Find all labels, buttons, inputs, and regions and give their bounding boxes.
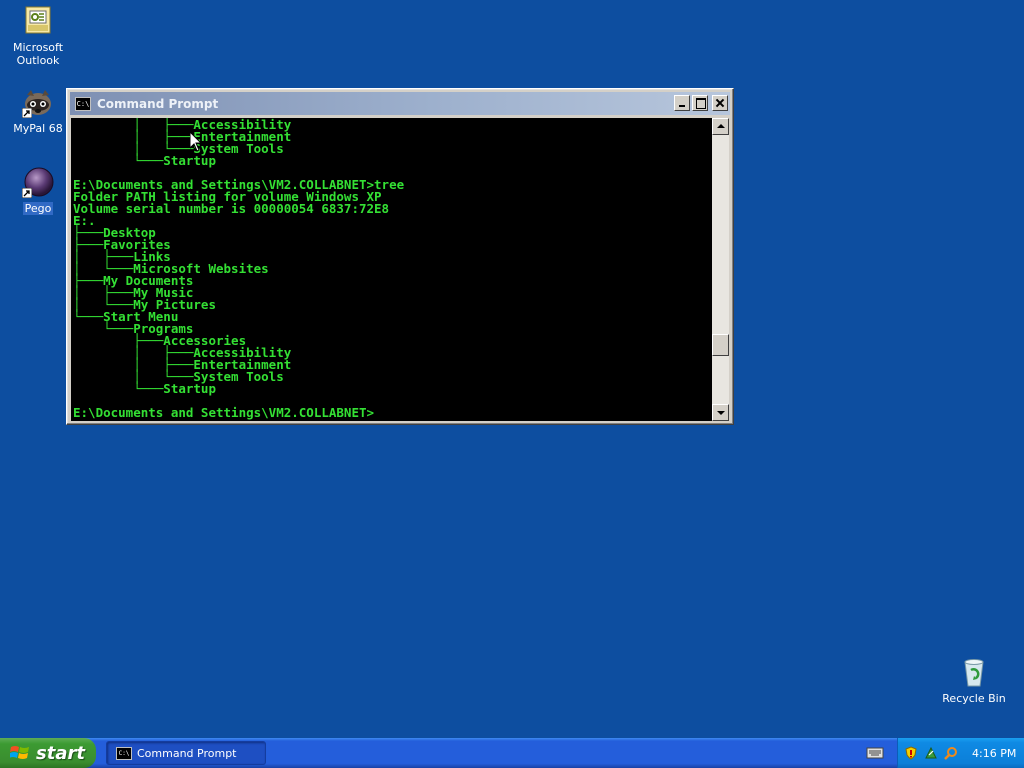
mouse-pointer-icon <box>190 132 202 152</box>
cmd-icon: C:\ <box>116 746 132 760</box>
console-output[interactable]: │ ├───Accessibility │ ├───Entertainment … <box>71 118 712 421</box>
desktop-icon-label: Microsoft Outlook <box>12 41 64 67</box>
security-shield-icon[interactable] <box>904 746 918 760</box>
desktop-icon-outlook[interactable]: Microsoft Outlook <box>3 5 73 67</box>
taskbar: start C:\ Command Prompt 4:16 PM <box>0 738 1024 768</box>
desktop-icon-label: MyPal 68 <box>13 122 63 135</box>
start-label: start <box>36 742 85 764</box>
minimize-button[interactable] <box>674 95 690 111</box>
recycle-bin-icon <box>958 656 990 688</box>
shortcut-arrow-icon <box>22 108 32 118</box>
pego-icon <box>22 166 54 198</box>
desktop-icon-recycle-bin[interactable]: Recycle Bin <box>939 656 1009 705</box>
start-button[interactable]: start <box>0 738 96 768</box>
scroll-up-button[interactable] <box>712 118 729 135</box>
outlook-icon <box>22 5 54 37</box>
keyboard-icon[interactable] <box>866 746 884 760</box>
search-icon[interactable] <box>944 746 958 760</box>
taskbar-item-command-prompt[interactable]: C:\ Command Prompt <box>106 741 266 765</box>
desktop-icon-label: Recycle Bin <box>942 692 1006 705</box>
console-line: └───Startup <box>73 381 216 396</box>
desktop-icon-pego[interactable]: Pego <box>3 166 73 215</box>
taskbar-item-label: Command Prompt <box>137 746 237 760</box>
network-icon[interactable] <box>924 746 938 760</box>
console-line: E:\Documents and Settings\VM2.COLLABNET> <box>73 405 375 420</box>
scroll-thumb[interactable] <box>712 334 729 356</box>
cmd-icon: C:\ <box>75 96 91 111</box>
shortcut-arrow-icon <box>22 188 32 198</box>
console-line: └───Startup <box>73 153 216 168</box>
window-titlebar[interactable]: C:\ Command Prompt <box>70 92 730 115</box>
windows-flag-icon <box>10 746 29 759</box>
scroll-down-button[interactable] <box>712 404 729 421</box>
desktop-icon-label: Pego <box>22 202 54 215</box>
clock: 4:16 PM <box>972 746 1017 760</box>
mypal-raccoon-icon <box>22 86 54 118</box>
vertical-scrollbar[interactable] <box>712 118 729 421</box>
close-button[interactable] <box>712 95 728 111</box>
console-line: E:. <box>73 213 96 228</box>
window-controls <box>674 95 728 111</box>
command-prompt-window[interactable]: C:\ Command Prompt │ ├───Accessibility │… <box>66 88 734 425</box>
maximize-button[interactable] <box>692 95 708 111</box>
window-title: Command Prompt <box>97 96 219 111</box>
console-line: Volume serial number is 00000054 6837:72… <box>73 201 390 216</box>
system-tray: 4:16 PM <box>897 738 1024 768</box>
desktop-icon-mypal[interactable]: MyPal 68 <box>3 86 73 135</box>
